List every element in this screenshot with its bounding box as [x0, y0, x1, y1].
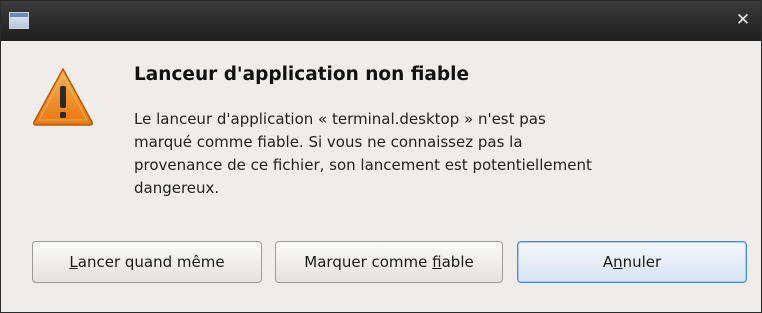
message-line: Le lanceur d'application « terminal.desk…: [134, 110, 546, 128]
dialog-window: ✕ Lanceur d'application non fiable Le la…: [0, 0, 762, 313]
message-line: provenance de ce fichier, son lancement …: [134, 156, 592, 174]
titlebar[interactable]: ✕: [1, 1, 761, 41]
button-mnemonic: L: [69, 253, 78, 271]
button-mnemonic: n: [613, 253, 623, 271]
button-label-post: nuler: [622, 253, 662, 271]
dialog-title: Lanceur d'application non fiable: [134, 64, 470, 85]
message-line: dangereux.: [134, 179, 220, 197]
close-icon: ✕: [735, 10, 751, 30]
launch-anyway-button[interactable]: Lancer quand même: [32, 241, 262, 283]
mark-trusted-button[interactable]: Marquer comme fiable: [275, 241, 503, 283]
window-icon: [9, 12, 29, 29]
button-label-post: iable: [441, 253, 474, 271]
message-line: marqué comme fiable. Si vous ne connaiss…: [134, 133, 523, 151]
warning-icon: [33, 68, 93, 126]
button-label-post: ancer quand même: [77, 253, 225, 271]
close-button[interactable]: ✕: [733, 10, 753, 30]
dialog-message: Le lanceur d'application « terminal.desk…: [134, 108, 694, 200]
button-label-pre: Marquer comme: [304, 253, 433, 271]
button-label-pre: A: [602, 253, 614, 271]
button-mnemonic: f: [432, 253, 442, 271]
cancel-button[interactable]: Annuler: [517, 241, 747, 283]
